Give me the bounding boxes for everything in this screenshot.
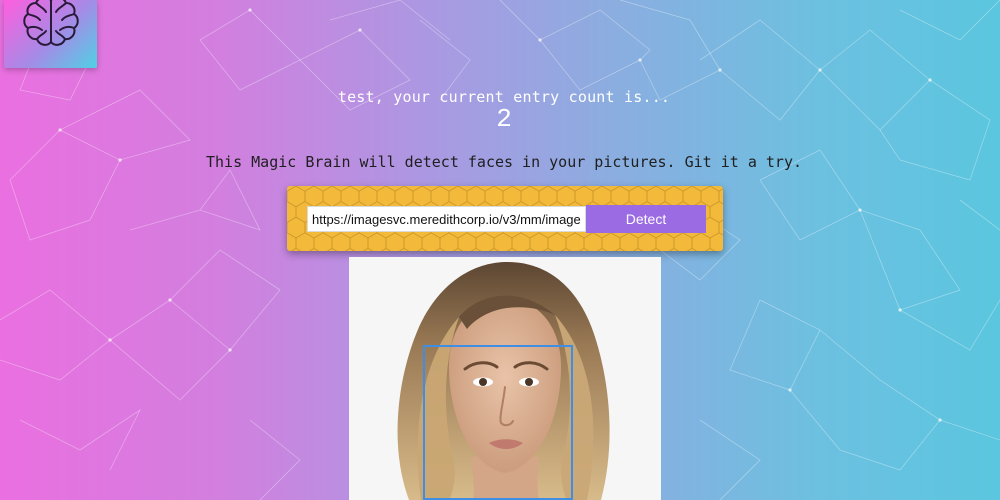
face-bounding-box xyxy=(423,345,573,500)
entry-count-value: 2 xyxy=(496,104,512,134)
brain-icon xyxy=(22,0,79,46)
detect-button[interactable]: Detect xyxy=(586,205,706,233)
image-url-form: Detect xyxy=(287,186,723,251)
tagline: This Magic Brain will detect faces in yo… xyxy=(205,153,803,171)
logo-card[interactable] xyxy=(4,0,97,68)
image-url-input[interactable] xyxy=(307,206,586,232)
result-image xyxy=(349,257,661,500)
